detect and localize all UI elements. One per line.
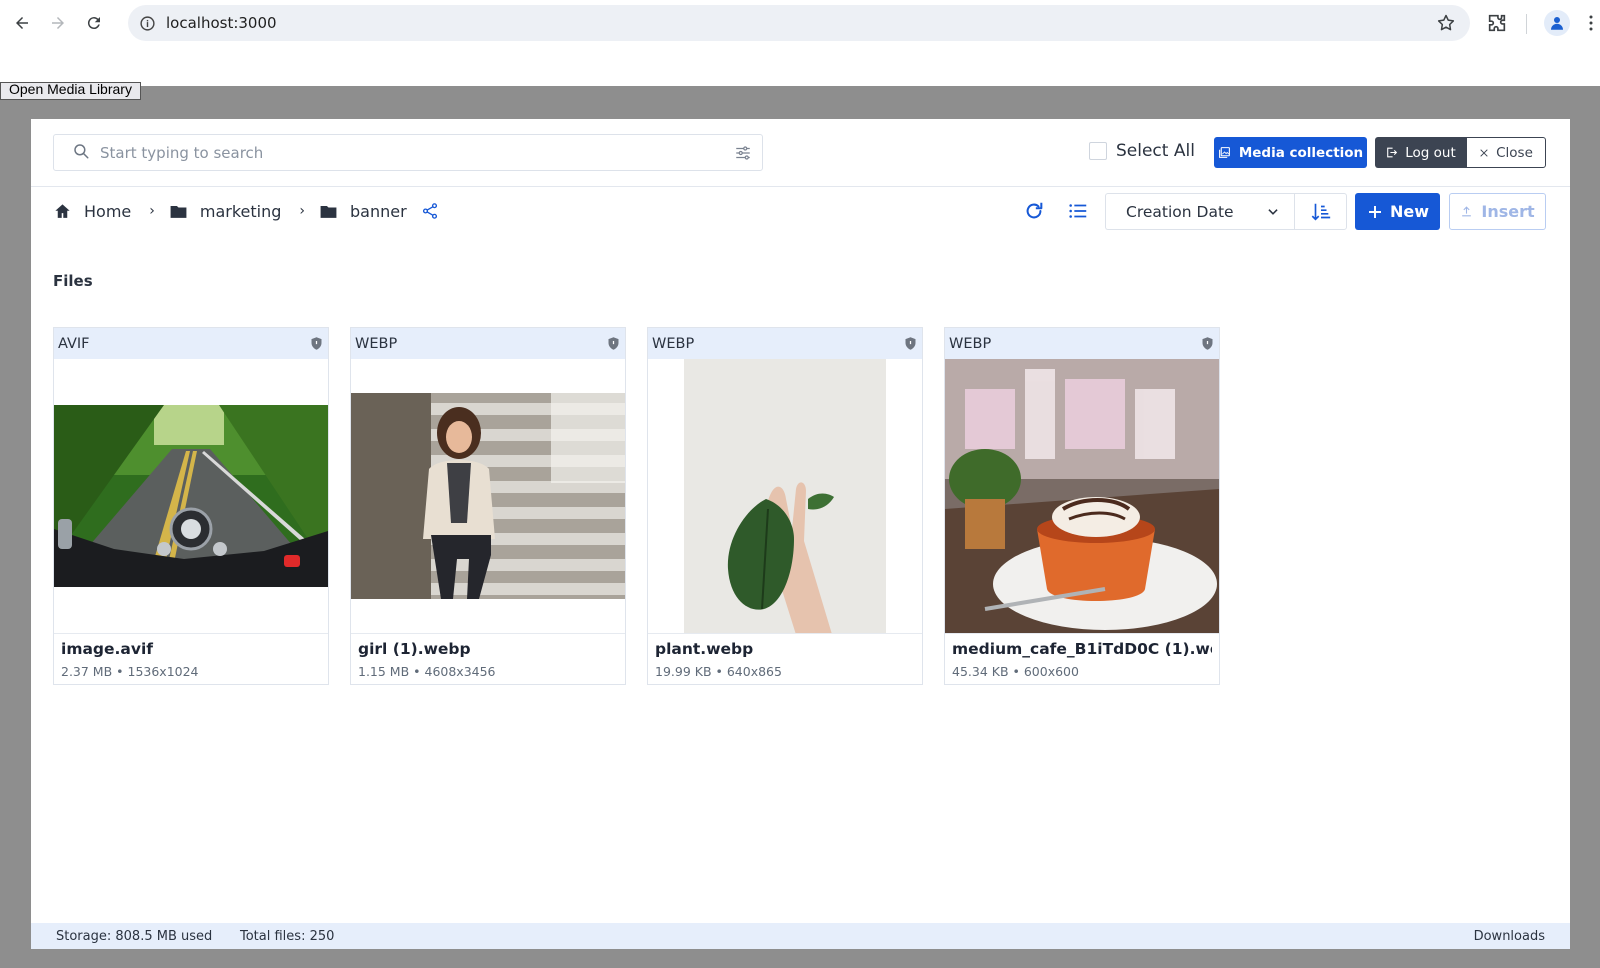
girl-stairs-image xyxy=(351,393,625,599)
media-library-modal: Select All Media collection Log out Clos… xyxy=(31,119,1570,949)
site-info-icon[interactable] xyxy=(138,14,156,32)
close-button[interactable]: Close xyxy=(1466,137,1546,168)
select-all-checkbox[interactable] xyxy=(1089,142,1107,160)
filter-sliders-icon[interactable] xyxy=(734,144,752,166)
breadcrumb: Home › marketing › banner xyxy=(53,199,439,223)
file-name: medium_cafe_B1iTdD0C (1).webp xyxy=(952,640,1212,658)
shield-icon xyxy=(309,336,324,351)
bookmark-star-icon[interactable] xyxy=(1436,13,1456,37)
reload-icon xyxy=(87,17,100,30)
shield-icon xyxy=(606,336,621,351)
motorcycle-road-image xyxy=(54,405,328,587)
file-meta: 2.37 MB • 1536x1024 xyxy=(61,664,199,679)
select-all-control[interactable]: Select All xyxy=(1089,141,1195,161)
sort-direction-button[interactable] xyxy=(1294,193,1347,230)
select-all-label: Select All xyxy=(1116,141,1195,161)
file-meta: 1.15 MB • 4608x3456 xyxy=(358,664,496,679)
list-view-icon[interactable] xyxy=(1067,200,1089,226)
file-name: plant.webp xyxy=(655,640,754,658)
storage-usage: Storage: 808.5 MB used xyxy=(56,929,213,944)
search-box[interactable] xyxy=(53,134,763,171)
gallery-icon xyxy=(1218,147,1230,158)
file-card-header: WEBP xyxy=(351,328,625,359)
url-text: localhost:3000 xyxy=(166,14,277,32)
file-card-info: girl (1).webp 1.15 MB • 4608x3456 xyxy=(351,633,625,686)
shield-icon xyxy=(1200,336,1215,351)
file-card-header: AVIF xyxy=(54,328,328,359)
chevron-down-icon xyxy=(1266,205,1280,223)
file-card[interactable]: WEBP xyxy=(350,327,626,685)
upload-icon xyxy=(1462,206,1472,217)
file-meta: 45.34 KB • 600x600 xyxy=(952,664,1079,679)
file-card-info: image.avif 2.37 MB • 1536x1024 xyxy=(54,633,328,686)
breadcrumb-separator-icon: › xyxy=(299,203,305,219)
search-icon xyxy=(72,142,90,164)
plant-hand-image xyxy=(684,359,886,633)
search-input[interactable] xyxy=(100,143,700,162)
file-card[interactable]: AVIF image.avif 2.37 MB • 1536x1024 xyxy=(53,327,329,685)
home-icon[interactable] xyxy=(53,202,72,221)
logout-button[interactable]: Log out xyxy=(1375,137,1466,168)
back-button[interactable] xyxy=(4,5,40,41)
total-files: Total files: 250 xyxy=(240,929,335,944)
breadcrumb-banner[interactable]: banner xyxy=(350,202,407,221)
file-card-info: medium_cafe_B1iTdD0C (1).webp 45.34 KB •… xyxy=(945,633,1219,686)
address-bar[interactable]: localhost:3000 xyxy=(128,5,1470,41)
downloads-link[interactable]: Downloads xyxy=(1474,929,1545,944)
reload-button[interactable] xyxy=(76,5,112,41)
cafe-dessert-image xyxy=(945,359,1219,633)
file-thumbnail[interactable] xyxy=(648,359,922,633)
breadcrumb-home[interactable]: Home xyxy=(84,202,131,221)
forward-button[interactable] xyxy=(40,5,76,41)
file-type-label: AVIF xyxy=(58,335,90,352)
insert-button[interactable]: Insert xyxy=(1449,193,1546,230)
arrow-left-icon xyxy=(16,17,28,29)
sort-descending-icon xyxy=(1311,203,1330,221)
sort-by-select[interactable]: Creation Date xyxy=(1105,193,1294,230)
plus-icon xyxy=(1368,205,1381,218)
logout-icon xyxy=(1387,147,1398,158)
open-media-library-button[interactable]: Open Media Library xyxy=(0,82,141,100)
file-meta: 19.99 KB • 640x865 xyxy=(655,664,782,679)
file-thumbnail[interactable] xyxy=(945,359,1219,633)
sort-by-value: Creation Date xyxy=(1126,202,1234,221)
extensions-puzzle-icon[interactable] xyxy=(1486,12,1508,38)
breadcrumb-marketing[interactable]: marketing xyxy=(200,202,282,221)
file-type-label: WEBP xyxy=(949,335,992,352)
file-type-label: WEBP xyxy=(652,335,695,352)
file-card[interactable]: WEBP plant.webp 19.99 KB • 640x865 xyxy=(647,327,923,685)
files-section-title: Files xyxy=(53,272,93,290)
file-name: image.avif xyxy=(61,640,154,658)
arrow-right-icon xyxy=(52,17,64,29)
file-card[interactable]: WEBP xyxy=(944,327,1220,685)
file-thumbnail[interactable] xyxy=(54,359,328,633)
profile-avatar-icon[interactable] xyxy=(1544,10,1570,36)
media-collection-button[interactable]: Media collection xyxy=(1214,137,1367,168)
new-button[interactable]: New xyxy=(1355,193,1440,230)
share-icon[interactable] xyxy=(421,202,439,220)
file-card-header: WEBP xyxy=(945,328,1219,359)
breadcrumb-separator-icon: › xyxy=(149,203,155,219)
file-card-header: WEBP xyxy=(648,328,922,359)
modal-header: Select All Media collection Log out Clos… xyxy=(31,119,1570,187)
file-type-label: WEBP xyxy=(355,335,398,352)
file-card-info: plant.webp 19.99 KB • 640x865 xyxy=(648,633,922,686)
toolbar-divider xyxy=(1526,14,1527,34)
shield-icon xyxy=(903,336,918,351)
close-icon xyxy=(1480,148,1488,157)
file-name: girl (1).webp xyxy=(358,640,471,658)
folder-icon xyxy=(319,202,338,221)
status-footer: Storage: 808.5 MB used Total files: 250 … xyxy=(31,923,1570,949)
page-background xyxy=(0,46,1600,86)
file-thumbnail[interactable] xyxy=(351,359,625,633)
browser-toolbar: localhost:3000 xyxy=(0,0,1600,46)
browser-menu-icon[interactable] xyxy=(1588,12,1594,38)
refresh-icon[interactable] xyxy=(1023,200,1045,226)
folder-icon xyxy=(169,202,188,221)
